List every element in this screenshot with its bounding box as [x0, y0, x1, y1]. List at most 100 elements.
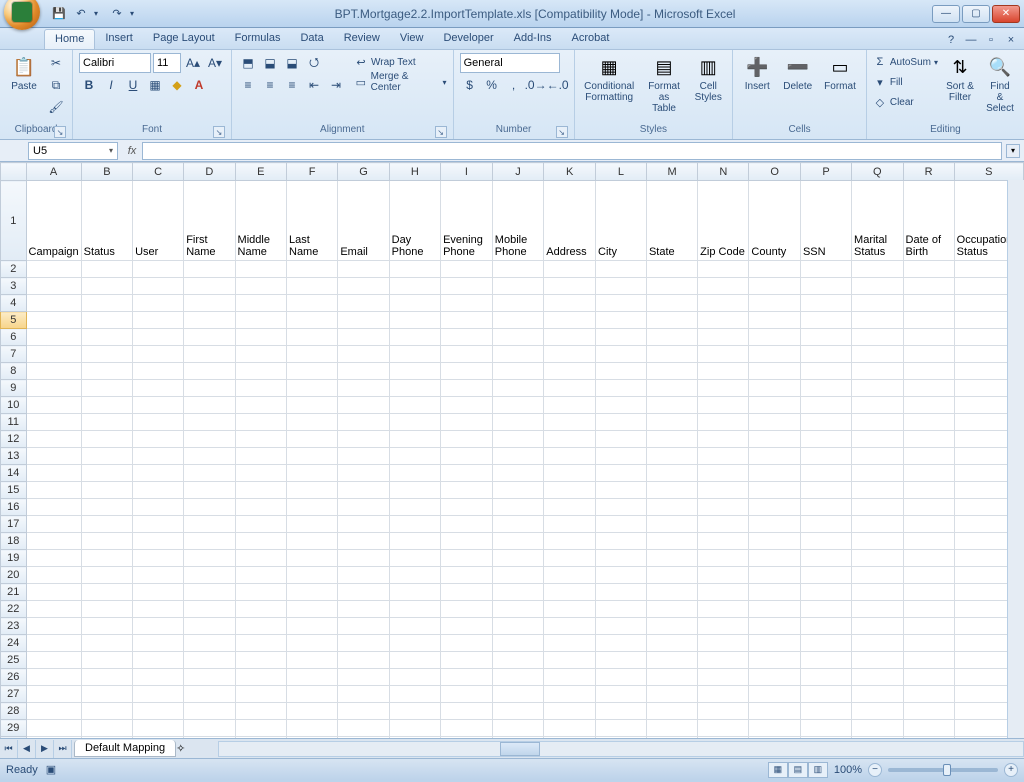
orientation-icon[interactable]: ⭯: [304, 53, 324, 73]
cell[interactable]: [492, 669, 543, 686]
cell[interactable]: [235, 482, 286, 499]
cell[interactable]: [184, 652, 235, 669]
cell[interactable]: [749, 567, 801, 584]
cell[interactable]: [81, 482, 132, 499]
cell[interactable]: [596, 329, 647, 346]
cell[interactable]: [492, 431, 543, 448]
cell[interactable]: [26, 329, 81, 346]
cell[interactable]: [338, 465, 389, 482]
cell[interactable]: [852, 346, 903, 363]
cell[interactable]: [389, 499, 440, 516]
decrease-decimal-icon[interactable]: ←.0: [548, 75, 568, 95]
row-header[interactable]: 8: [1, 363, 27, 380]
cell[interactable]: [81, 448, 132, 465]
cell[interactable]: [338, 652, 389, 669]
cell[interactable]: [646, 720, 697, 737]
cell[interactable]: [800, 499, 851, 516]
cell[interactable]: [698, 567, 749, 584]
cell[interactable]: [287, 635, 338, 652]
cell[interactable]: [903, 567, 954, 584]
cell[interactable]: [287, 380, 338, 397]
column-header[interactable]: E: [235, 163, 286, 181]
cell[interactable]: [903, 363, 954, 380]
cell[interactable]: [235, 584, 286, 601]
cell[interactable]: [492, 567, 543, 584]
cell[interactable]: [338, 278, 389, 295]
cell[interactable]: [81, 567, 132, 584]
column-header[interactable]: B: [81, 163, 132, 181]
formula-input[interactable]: [142, 142, 1002, 160]
cell[interactable]: [133, 635, 184, 652]
cell[interactable]: [698, 448, 749, 465]
cell[interactable]: [852, 737, 903, 739]
cell[interactable]: [698, 550, 749, 567]
cell[interactable]: [903, 533, 954, 550]
cell[interactable]: [441, 601, 493, 618]
cell[interactable]: [903, 431, 954, 448]
prev-sheet-icon[interactable]: ◀: [18, 740, 36, 758]
cell[interactable]: [287, 652, 338, 669]
cell[interactable]: [800, 703, 851, 720]
cell[interactable]: [544, 584, 596, 601]
cell[interactable]: [596, 635, 647, 652]
row-header[interactable]: 3: [1, 278, 27, 295]
cell[interactable]: [184, 516, 235, 533]
cell[interactable]: [184, 278, 235, 295]
cell[interactable]: [184, 397, 235, 414]
select-all-corner[interactable]: [1, 163, 27, 181]
tab-insert[interactable]: Insert: [95, 29, 143, 49]
cell[interactable]: [596, 448, 647, 465]
cell[interactable]: [852, 278, 903, 295]
cell[interactable]: [544, 737, 596, 739]
row-header[interactable]: 10: [1, 397, 27, 414]
cell[interactable]: [903, 516, 954, 533]
cell[interactable]: [441, 516, 493, 533]
cell[interactable]: [441, 397, 493, 414]
cell[interactable]: [133, 295, 184, 312]
cell[interactable]: [338, 720, 389, 737]
cell[interactable]: [492, 652, 543, 669]
cell[interactable]: [596, 686, 647, 703]
cell[interactable]: [184, 465, 235, 482]
cell[interactable]: [544, 567, 596, 584]
cell[interactable]: [749, 397, 801, 414]
cell[interactable]: [26, 465, 81, 482]
cell[interactable]: [544, 550, 596, 567]
cell[interactable]: Evening Phone: [441, 181, 493, 261]
cell[interactable]: [81, 720, 132, 737]
cell[interactable]: [26, 686, 81, 703]
cell[interactable]: [800, 516, 851, 533]
cell[interactable]: [646, 499, 697, 516]
increase-font-icon[interactable]: A▴: [183, 53, 203, 73]
cell[interactable]: [133, 601, 184, 618]
expand-formula-bar[interactable]: ▾: [1006, 144, 1020, 158]
cell[interactable]: [492, 601, 543, 618]
column-header[interactable]: I: [441, 163, 493, 181]
cell[interactable]: [287, 703, 338, 720]
cell[interactable]: [441, 737, 493, 739]
cell[interactable]: [646, 261, 697, 278]
cell[interactable]: [596, 550, 647, 567]
delete-cells-button[interactable]: ➖Delete: [779, 53, 816, 94]
cell[interactable]: [698, 278, 749, 295]
cell[interactable]: [26, 533, 81, 550]
cell[interactable]: [903, 465, 954, 482]
row-header[interactable]: 22: [1, 601, 27, 618]
cell[interactable]: [698, 346, 749, 363]
cell[interactable]: [26, 312, 81, 329]
cell[interactable]: [903, 312, 954, 329]
cell[interactable]: [852, 312, 903, 329]
cell[interactable]: [492, 584, 543, 601]
cell[interactable]: [596, 431, 647, 448]
cell[interactable]: [492, 261, 543, 278]
cell[interactable]: [800, 652, 851, 669]
font-color-button[interactable]: A: [189, 75, 209, 95]
cell[interactable]: [26, 397, 81, 414]
cell[interactable]: [903, 703, 954, 720]
cell[interactable]: [544, 380, 596, 397]
cell[interactable]: [26, 516, 81, 533]
name-box[interactable]: U5▾: [28, 142, 118, 160]
cell[interactable]: [287, 346, 338, 363]
cell[interactable]: [544, 516, 596, 533]
last-sheet-icon[interactable]: ⏭: [54, 740, 72, 758]
